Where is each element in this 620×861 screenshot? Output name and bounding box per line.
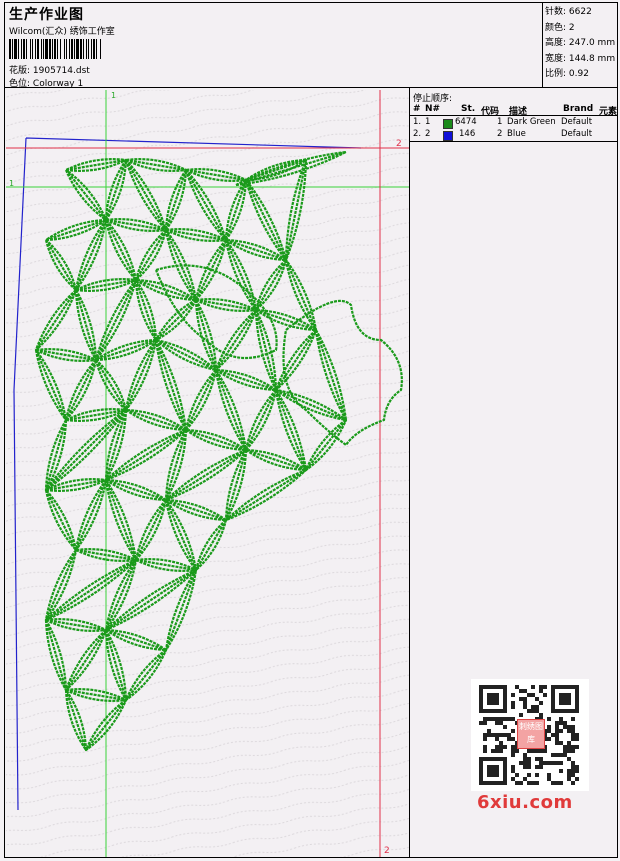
stat-scale: 比例: 0.92 [545,69,589,79]
studio-name: Wilcom(汇众) 绣饰工作室 [9,27,115,37]
qr-badge: 刺绣图库 [517,719,545,749]
design-stats: 针数: 6622 颜色: 2 高度: 247.0 mm 宽度: 144.8 mm… [545,5,615,83]
green-h-guide-label: 1 [9,179,14,188]
design-preview: 1 1 2 2 [6,90,409,857]
col-needle: N# [425,104,441,114]
production-sheet: 生产作业图 Wilcom(汇众) 绣饰工作室 花版: 1905714.dst 色… [4,2,618,858]
red-bottom-guide-label: 2 [384,846,390,856]
stats-divider [542,3,543,87]
stat-height: 高度: 247.0 mm [545,38,616,48]
design-file-label: 花版: [9,66,31,76]
stat-colors: 颜色: 2 [545,22,575,33]
stop-row: 1. 1 6474 1 Dark Green Default [413,117,593,129]
stop-table-header-line [409,115,617,116]
watermark-brand[interactable]: 6xiu.com [477,792,573,813]
embroidery-canvas[interactable]: 1 1 2 2 [6,90,409,857]
stop-sequence-title: 停止顺序: [413,94,453,104]
green-v-guide-label: 1 [111,91,116,100]
sheet-title: 生产作业图 [9,7,84,23]
stop-row: 2. 2 146 2 Blue Default [413,129,593,141]
stop-table-bottom-line [409,141,617,142]
color-swatch [443,131,453,141]
color-swatch [443,119,453,129]
stat-stitches: 针数: 6622 [545,7,592,17]
col-stitches: St. [461,104,476,114]
stat-width: 宽度: 144.8 mm [545,53,616,64]
col-brand: Brand [563,104,594,114]
qr-code: 刺绣图库 [471,679,589,791]
red-top-guide-label: 2 [396,139,402,149]
design-barcode [9,39,145,59]
design-file-value: 1905714.dst [32,66,90,76]
header-divider [5,87,617,88]
panel-divider [409,87,410,857]
col-index: # [413,104,421,114]
design-file-line: 花版: 1905714.dst [9,63,90,76]
